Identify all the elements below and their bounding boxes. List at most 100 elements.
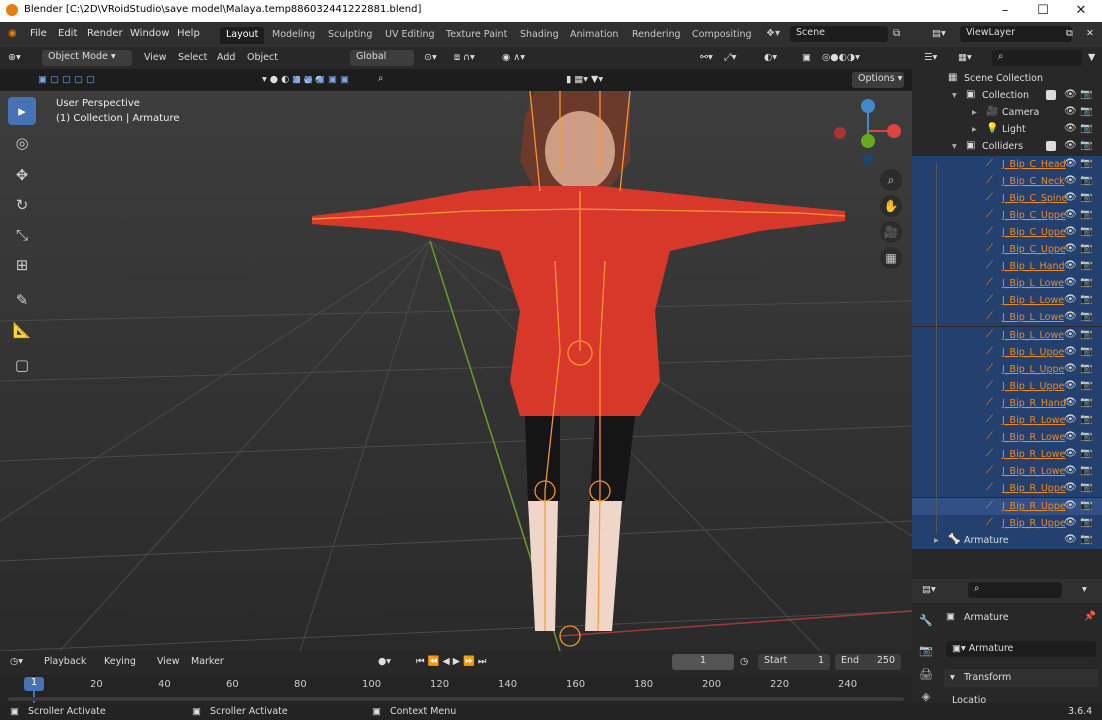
visibility-eye-icon[interactable]: 👁 <box>1064 260 1077 271</box>
remove-viewlayer-icon[interactable]: ✕ <box>1086 28 1094 39</box>
visibility-eye-icon[interactable]: 👁 <box>1064 209 1077 220</box>
visibility-eye-icon[interactable]: 👁 <box>1064 534 1077 545</box>
outliner-item[interactable]: ⟋ J_Bip_L_Lowe 👁 📷 <box>912 275 1102 293</box>
tool-tab-icon[interactable]: 🔧 <box>916 611 936 631</box>
outliner-item[interactable]: ⟋ J_Bip_R_Uppe 👁 📷 <box>912 514 1102 532</box>
visibility-eye-icon[interactable]: 👁 <box>1064 123 1077 134</box>
outliner-item[interactable]: ⟋ J_Bip_L_Lowe 👁 📷 <box>912 309 1102 327</box>
render-camera-icon[interactable]: 📷 <box>1080 277 1092 288</box>
outliner-item[interactable]: ⟋ J_Bip_L_Uppe 👁 📷 <box>912 343 1102 361</box>
scene-selector[interactable]: Scene <box>790 26 888 42</box>
editor-type-3d-icon[interactable]: ⊕▾ <box>8 52 21 63</box>
playback-controls-icons[interactable]: ⏮ ⏪ ◀ ▶ ⏩ ⏭ <box>416 656 486 667</box>
visibility-eye-icon[interactable]: 👁 <box>1064 465 1077 476</box>
outliner-item[interactable]: ⟋ J_Bip_C_Uppe 👁 📷 <box>912 206 1102 224</box>
annotate-tool-icon[interactable]: ✎ <box>8 286 36 314</box>
minimize-button[interactable]: – <box>992 2 1018 20</box>
shading-modes-icon[interactable]: ◎●◐◑▾ <box>822 52 860 63</box>
blender-menu-icon[interactable]: ◉ <box>8 28 17 39</box>
select-tool-icon[interactable]: ▸ <box>8 97 36 125</box>
render-camera-icon[interactable]: 📷 <box>1080 500 1092 511</box>
menu-object[interactable]: Object <box>247 52 278 63</box>
render-camera-icon[interactable]: 📷 <box>1080 89 1092 100</box>
outliner-item[interactable]: ⟋ J_Bip_R_Lowe 👁 📷 <box>912 463 1102 481</box>
visibility-eye-icon[interactable]: 👁 <box>1064 431 1077 442</box>
pan-hand-icon[interactable]: ✋ <box>880 195 902 217</box>
outliner-search-input[interactable]: ⌕ <box>992 50 1082 66</box>
render-camera-icon[interactable]: 📷 <box>1080 465 1092 476</box>
measure-tool-icon[interactable]: 📐 <box>8 316 36 344</box>
outliner-item[interactable]: ⟋ J_Bip_L_Uppe 👁 📷 <box>912 360 1102 378</box>
playhead[interactable]: 1 <box>24 677 44 691</box>
outliner-item[interactable]: ⟋ J_Bip_L_Hand 👁 📷 <box>912 258 1102 276</box>
outliner-item[interactable]: ▸ 🎥 Camera 👁 📷 <box>912 104 1102 121</box>
tab-rendering[interactable]: Rendering <box>626 27 687 44</box>
close-button[interactable]: ✕ <box>1068 2 1094 20</box>
object-name-field[interactable]: ▣▾ Armature <box>946 641 1096 657</box>
visibility-eye-icon[interactable]: 👁 <box>1064 140 1077 151</box>
visibility-eye-icon[interactable]: 👁 <box>1064 397 1077 408</box>
outliner-item[interactable]: ⟋ J_Bip_C_Uppe 👁 📷 <box>912 241 1102 258</box>
tab-modeling[interactable]: Modeling <box>266 27 321 44</box>
menu-view[interactable]: View <box>144 52 167 63</box>
render-camera-icon[interactable]: 📷 <box>1080 431 1092 442</box>
timeline-editor-icon[interactable]: ◷▾ <box>10 656 23 667</box>
xray-icon[interactable]: ▣ <box>802 52 811 63</box>
ortho-grid-icon[interactable]: ▦ <box>880 247 902 269</box>
visibility-icon[interactable]: ⚯▾ <box>700 52 713 63</box>
new-scene-icon[interactable]: ⧉ <box>893 28 900 39</box>
display-mode-icon[interactable]: ▦▾ <box>958 52 972 63</box>
visibility-eye-icon[interactable]: 👁 <box>1064 482 1077 493</box>
mode-selector[interactable]: Object Mode ▾ <box>42 50 132 66</box>
move-tool-icon[interactable]: ✥ <box>8 161 36 189</box>
render-camera-icon[interactable]: 📷 <box>1080 243 1092 254</box>
visibility-eye-icon[interactable]: 👁 <box>1064 226 1077 237</box>
cursor-tool-icon[interactable]: ◎ <box>8 129 36 157</box>
menu-help[interactable]: Help <box>177 28 200 39</box>
tab-compositing[interactable]: Compositing <box>686 27 758 44</box>
expand-arrow-icon[interactable]: ▸ <box>972 107 977 118</box>
render-camera-icon[interactable]: 📷 <box>1080 123 1092 134</box>
navigation-gizmo[interactable] <box>832 97 912 167</box>
properties-search-input[interactable]: ⌕ <box>968 582 1062 598</box>
menu-marker[interactable]: Marker <box>191 656 224 667</box>
render-camera-icon[interactable]: 📷 <box>1080 294 1092 305</box>
tab-uv-editing[interactable]: UV Editing <box>379 27 441 44</box>
render-camera-icon[interactable]: 📷 <box>1080 158 1092 169</box>
render-camera-icon[interactable]: 📷 <box>1080 414 1092 425</box>
select-mode-icons[interactable]: ▣ ▢ ▢ ▢ ▢ <box>38 74 95 85</box>
outliner-item[interactable]: ⟋ J_Bip_R_Hand 👁 📷 <box>912 394 1102 412</box>
render-camera-icon[interactable]: 📷 <box>1080 311 1092 322</box>
visibility-eye-icon[interactable]: 👁 <box>1064 500 1077 511</box>
zoom-icon[interactable]: ⌕ <box>880 169 902 191</box>
visibility-eye-icon[interactable]: 👁 <box>1064 414 1077 425</box>
visibility-eye-icon[interactable]: 👁 <box>1064 106 1077 117</box>
render-camera-icon[interactable]: 📷 <box>1080 482 1092 493</box>
visibility-eye-icon[interactable]: 👁 <box>1064 329 1077 340</box>
gizmo-icon[interactable]: ⤢▾ <box>724 52 736 63</box>
tab-texture-paint[interactable]: Texture Paint <box>440 27 513 44</box>
snap-icon[interactable]: ⧈ ∩▾ <box>454 52 475 63</box>
menu-render[interactable]: Render <box>87 28 123 39</box>
outliner-item[interactable]: ⟋ J_Bip_C_Head 👁 📷 <box>912 155 1102 173</box>
render-camera-icon[interactable]: 📷 <box>1080 226 1092 237</box>
menu-add[interactable]: Add <box>217 52 235 63</box>
outliner-item[interactable]: ⟋ J_Bip_C_Neck 👁 📷 <box>912 172 1102 190</box>
visibility-eye-icon[interactable]: 👁 <box>1064 277 1077 288</box>
menu-playback[interactable]: Playback <box>44 656 86 667</box>
current-frame-field[interactable]: 1 <box>672 654 734 670</box>
viewport-search-input[interactable]: ⌕ <box>372 72 562 88</box>
record-icon[interactable]: ●▾ <box>378 656 391 667</box>
visibility-eye-icon[interactable]: 👁 <box>1064 192 1077 203</box>
menu-timeline-view[interactable]: View <box>157 656 180 667</box>
tab-animation[interactable]: Animation <box>564 27 624 44</box>
visibility-eye-icon[interactable]: 👁 <box>1064 346 1077 357</box>
outliner-item[interactable]: ⟋ J_Bip_C_Uppe 👁 📷 <box>912 223 1102 241</box>
filter-icon[interactable]: ▼ <box>1088 52 1095 63</box>
outliner-item[interactable]: ⟋ J_Bip_L_Uppe 👁 📷 <box>912 377 1102 395</box>
rotate-tool-icon[interactable]: ↻ <box>8 191 36 219</box>
orientation-selector[interactable]: Global <box>350 50 414 66</box>
tab-shading[interactable]: Shading <box>514 27 565 44</box>
expand-arrow-icon[interactable]: ▸ <box>972 124 977 135</box>
pivot-icon[interactable]: ⊙▾ <box>424 52 437 63</box>
